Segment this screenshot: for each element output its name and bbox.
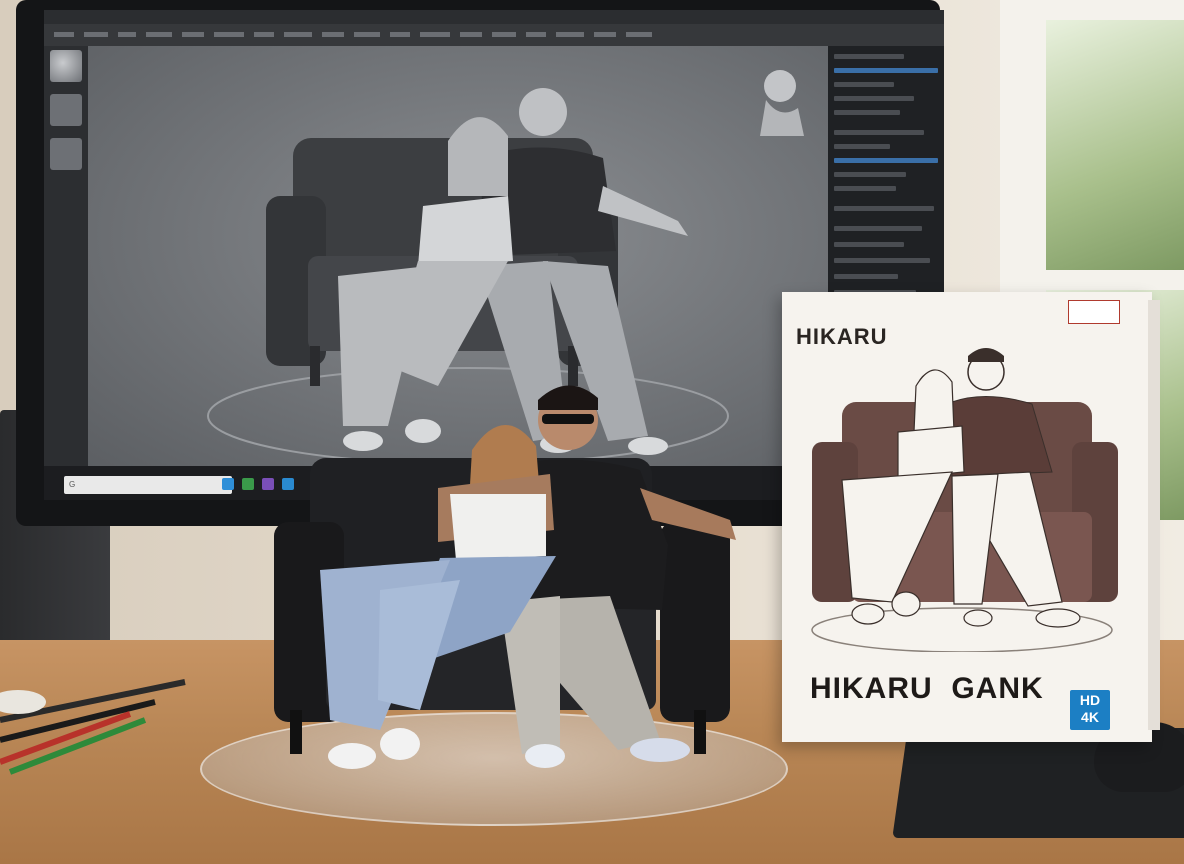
taskbar-search-input[interactable]: G <box>64 476 232 494</box>
box-illustration <box>811 348 1118 652</box>
brush-panel[interactable] <box>44 46 88 466</box>
brush-thumbnail[interactable] <box>50 50 82 82</box>
product-box-side <box>1148 300 1160 730</box>
browser-icon[interactable] <box>222 478 234 490</box>
hd-4k-badge: HD 4K <box>1070 690 1110 730</box>
product-box: HIKARU HIKARU GANK HD 4K <box>782 292 1152 742</box>
material-thumbnail[interactable] <box>50 94 82 126</box>
folder-icon[interactable] <box>242 478 254 490</box>
brand-logo <box>1068 300 1120 324</box>
pencils <box>0 679 186 775</box>
app-toolbar[interactable] <box>44 24 944 46</box>
alpha-thumbnail[interactable] <box>50 138 82 170</box>
app-menubar[interactable] <box>44 10 944 24</box>
figure-couple <box>274 385 736 769</box>
search-icon: G <box>69 480 76 489</box>
badge-line2: 4K <box>1081 709 1099 725</box>
box-title-bottom: HIKARU GANK <box>810 672 1044 705</box>
badge-line1: HD <box>1079 692 1101 708</box>
